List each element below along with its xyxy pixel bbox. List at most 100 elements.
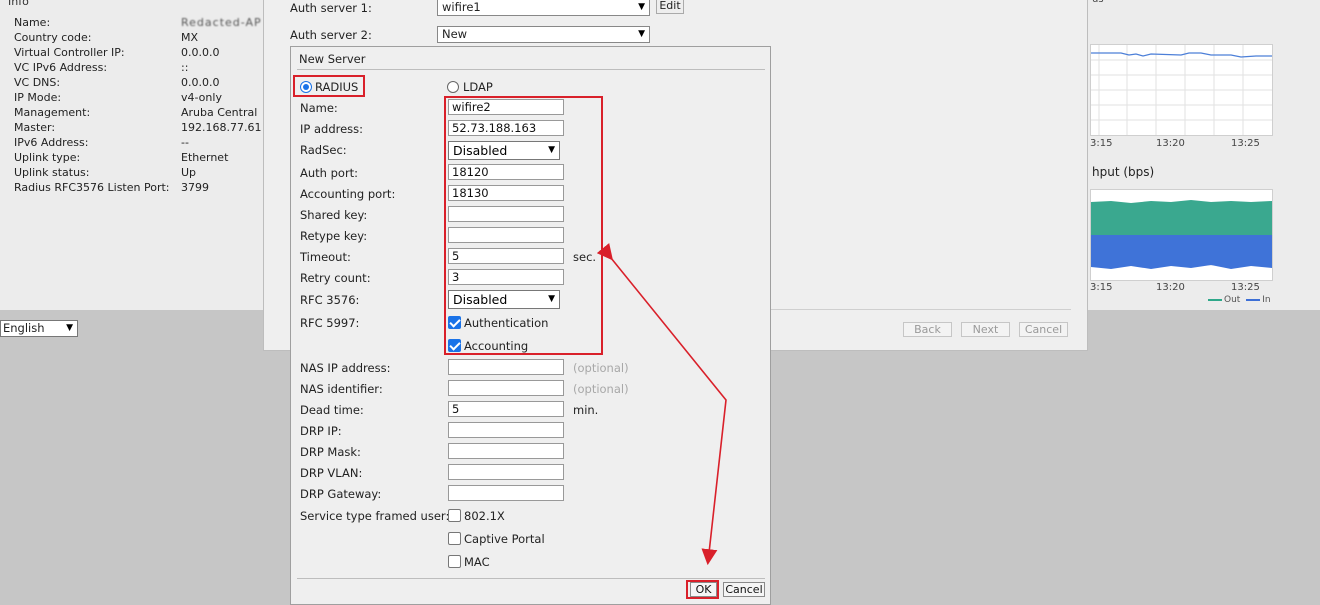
info-row-radius-port: Radius RFC3576 Listen Port: 3799: [14, 180, 209, 195]
rfc5997-label: RFC 5997:: [300, 316, 360, 330]
info-row-ipv6: IPv6 Address: --: [14, 135, 189, 150]
legend-in-swatch: [1246, 298, 1261, 301]
ok-button[interactable]: OK: [690, 582, 717, 597]
chart-throughput-svg: [1091, 200, 1272, 269]
throughput-out-area: [1091, 200, 1272, 235]
info-row-uplink-status: Uplink status: Up: [14, 165, 196, 180]
auth-port-input[interactable]: 18120: [448, 164, 564, 180]
info-label: VC IPv6 Address:: [14, 61, 108, 74]
chart-throughput: [1090, 189, 1273, 281]
timeout-label: Timeout:: [300, 250, 351, 264]
ldap-radio[interactable]: [447, 81, 459, 93]
dead-time-label: Dead time:: [300, 403, 364, 417]
dead-time-input[interactable]: 5: [448, 401, 564, 417]
info-row-vc-ip: Virtual Controller IP: 0.0.0.0: [14, 45, 219, 60]
rfc5997-accounting-checkbox[interactable]: [448, 339, 461, 352]
drp-mask-label: DRP Mask:: [300, 445, 361, 459]
service-captive-portal-label: Captive Portal: [464, 532, 545, 546]
timeout-input[interactable]: 5: [448, 248, 564, 264]
timeout-unit: sec.: [573, 250, 597, 264]
radsec-select[interactable]: Disabled ▼: [448, 141, 560, 160]
info-label: Name:: [14, 16, 51, 29]
chart-clients-svg: [1091, 45, 1272, 135]
name-label: Name:: [300, 101, 338, 115]
nas-ip-hint: (optional): [573, 361, 629, 375]
dialog-cancel-button[interactable]: Cancel: [723, 582, 765, 597]
radius-radio[interactable]: [300, 81, 312, 93]
drp-vlan-input[interactable]: [448, 464, 564, 480]
chevron-down-icon: ▼: [548, 294, 555, 304]
service-8021x-checkbox[interactable]: [448, 509, 461, 522]
legend-in-label: In: [1262, 295, 1271, 305]
info-value-name-redacted: Redacted-AP: [181, 16, 262, 29]
info-label: Radius RFC3576 Listen Port:: [14, 181, 170, 194]
accounting-port-label: Accounting port:: [300, 187, 396, 201]
info-value: 192.168.77.61: [181, 121, 262, 134]
chart-clients-line: [1091, 52, 1272, 58]
auth-server-2-label: Auth server 2:: [290, 28, 372, 42]
language-select-value: English: [3, 321, 45, 335]
service-captive-portal-checkbox[interactable]: [448, 532, 461, 545]
shared-key-input[interactable]: [448, 206, 564, 222]
info-value: 3799: [181, 181, 209, 194]
info-title: Info: [8, 0, 29, 8]
radius-radio-label: RADIUS: [315, 80, 359, 94]
service-mac-label: MAC: [464, 555, 490, 569]
info-label: Uplink type:: [14, 151, 81, 164]
shared-key-label: Shared key:: [300, 208, 368, 222]
accounting-port-input[interactable]: 18130: [448, 185, 564, 201]
drp-gateway-input[interactable]: [448, 485, 564, 501]
edit-server-button[interactable]: Edit: [656, 0, 684, 14]
service-type-label: Service type framed user:: [300, 509, 450, 523]
throughput-chart-title: hput (bps): [1092, 165, 1155, 179]
ip-address-label: IP address:: [300, 122, 364, 136]
rfc3576-select[interactable]: Disabled ▼: [448, 290, 560, 309]
back-button[interactable]: Back: [903, 322, 952, 337]
name-input[interactable]: wifire2: [448, 99, 564, 115]
auth-server-2-select[interactable]: New ▼: [437, 26, 650, 43]
auth-server-1-value: wifire1: [442, 0, 481, 14]
language-select[interactable]: English ▼: [0, 320, 78, 337]
nas-identifier-label: NAS identifier:: [300, 382, 383, 396]
auth-server-1-select[interactable]: wifire1 ▼: [437, 0, 650, 16]
info-label: Country code:: [14, 31, 92, 44]
info-row-name: Name: Redacted-AP: [14, 15, 262, 30]
radsec-select-value: Disabled: [453, 143, 508, 158]
info-value: v4-only: [181, 91, 222, 104]
wizard-cancel-button[interactable]: Cancel: [1019, 322, 1068, 337]
drp-gateway-label: DRP Gateway:: [300, 487, 382, 501]
radsec-label: RadSec:: [300, 143, 347, 157]
rfc5997-accounting-label: Accounting: [464, 339, 529, 353]
nas-ip-label: NAS IP address:: [300, 361, 391, 375]
next-button[interactable]: Next: [961, 322, 1010, 337]
service-mac-checkbox[interactable]: [448, 555, 461, 568]
chart2-tick: 3:15: [1090, 282, 1113, 293]
info-label: Master:: [14, 121, 56, 134]
ip-address-input[interactable]: 52.73.188.163: [448, 120, 564, 136]
nas-ip-input[interactable]: [448, 359, 564, 375]
rfc5997-authentication-checkbox[interactable]: [448, 316, 461, 329]
auth-server-1-label: Auth server 1:: [290, 1, 372, 15]
info-row-ip-mode: IP Mode: v4-only: [14, 90, 222, 105]
info-row-vc-ipv6: VC IPv6 Address:::: [14, 60, 188, 75]
info-value: Up: [181, 166, 197, 179]
retype-key-input[interactable]: [448, 227, 564, 243]
rfc5997-authentication-label: Authentication: [464, 316, 549, 330]
retry-count-input[interactable]: 3: [448, 269, 564, 285]
nas-identifier-hint: (optional): [573, 382, 629, 396]
info-label: IP Mode:: [14, 91, 62, 104]
chart2-tick: 13:20: [1156, 282, 1185, 293]
info-value: 0.0.0.0: [181, 76, 220, 89]
chart1-tick: 13:20: [1156, 138, 1185, 149]
info-value: Aruba Central: [181, 106, 258, 119]
nas-identifier-input[interactable]: [448, 380, 564, 396]
info-value: ::: [181, 61, 189, 74]
drp-vlan-label: DRP VLAN:: [300, 466, 363, 480]
drp-ip-input[interactable]: [448, 422, 564, 438]
info-label: IPv6 Address:: [14, 136, 89, 149]
throughput-in-area: [1091, 235, 1272, 269]
drp-mask-input[interactable]: [448, 443, 564, 459]
info-row-master: Master: 192.168.77.61: [14, 120, 261, 135]
chevron-down-icon: ▼: [638, 2, 645, 12]
chart-clients: [1090, 44, 1273, 136]
